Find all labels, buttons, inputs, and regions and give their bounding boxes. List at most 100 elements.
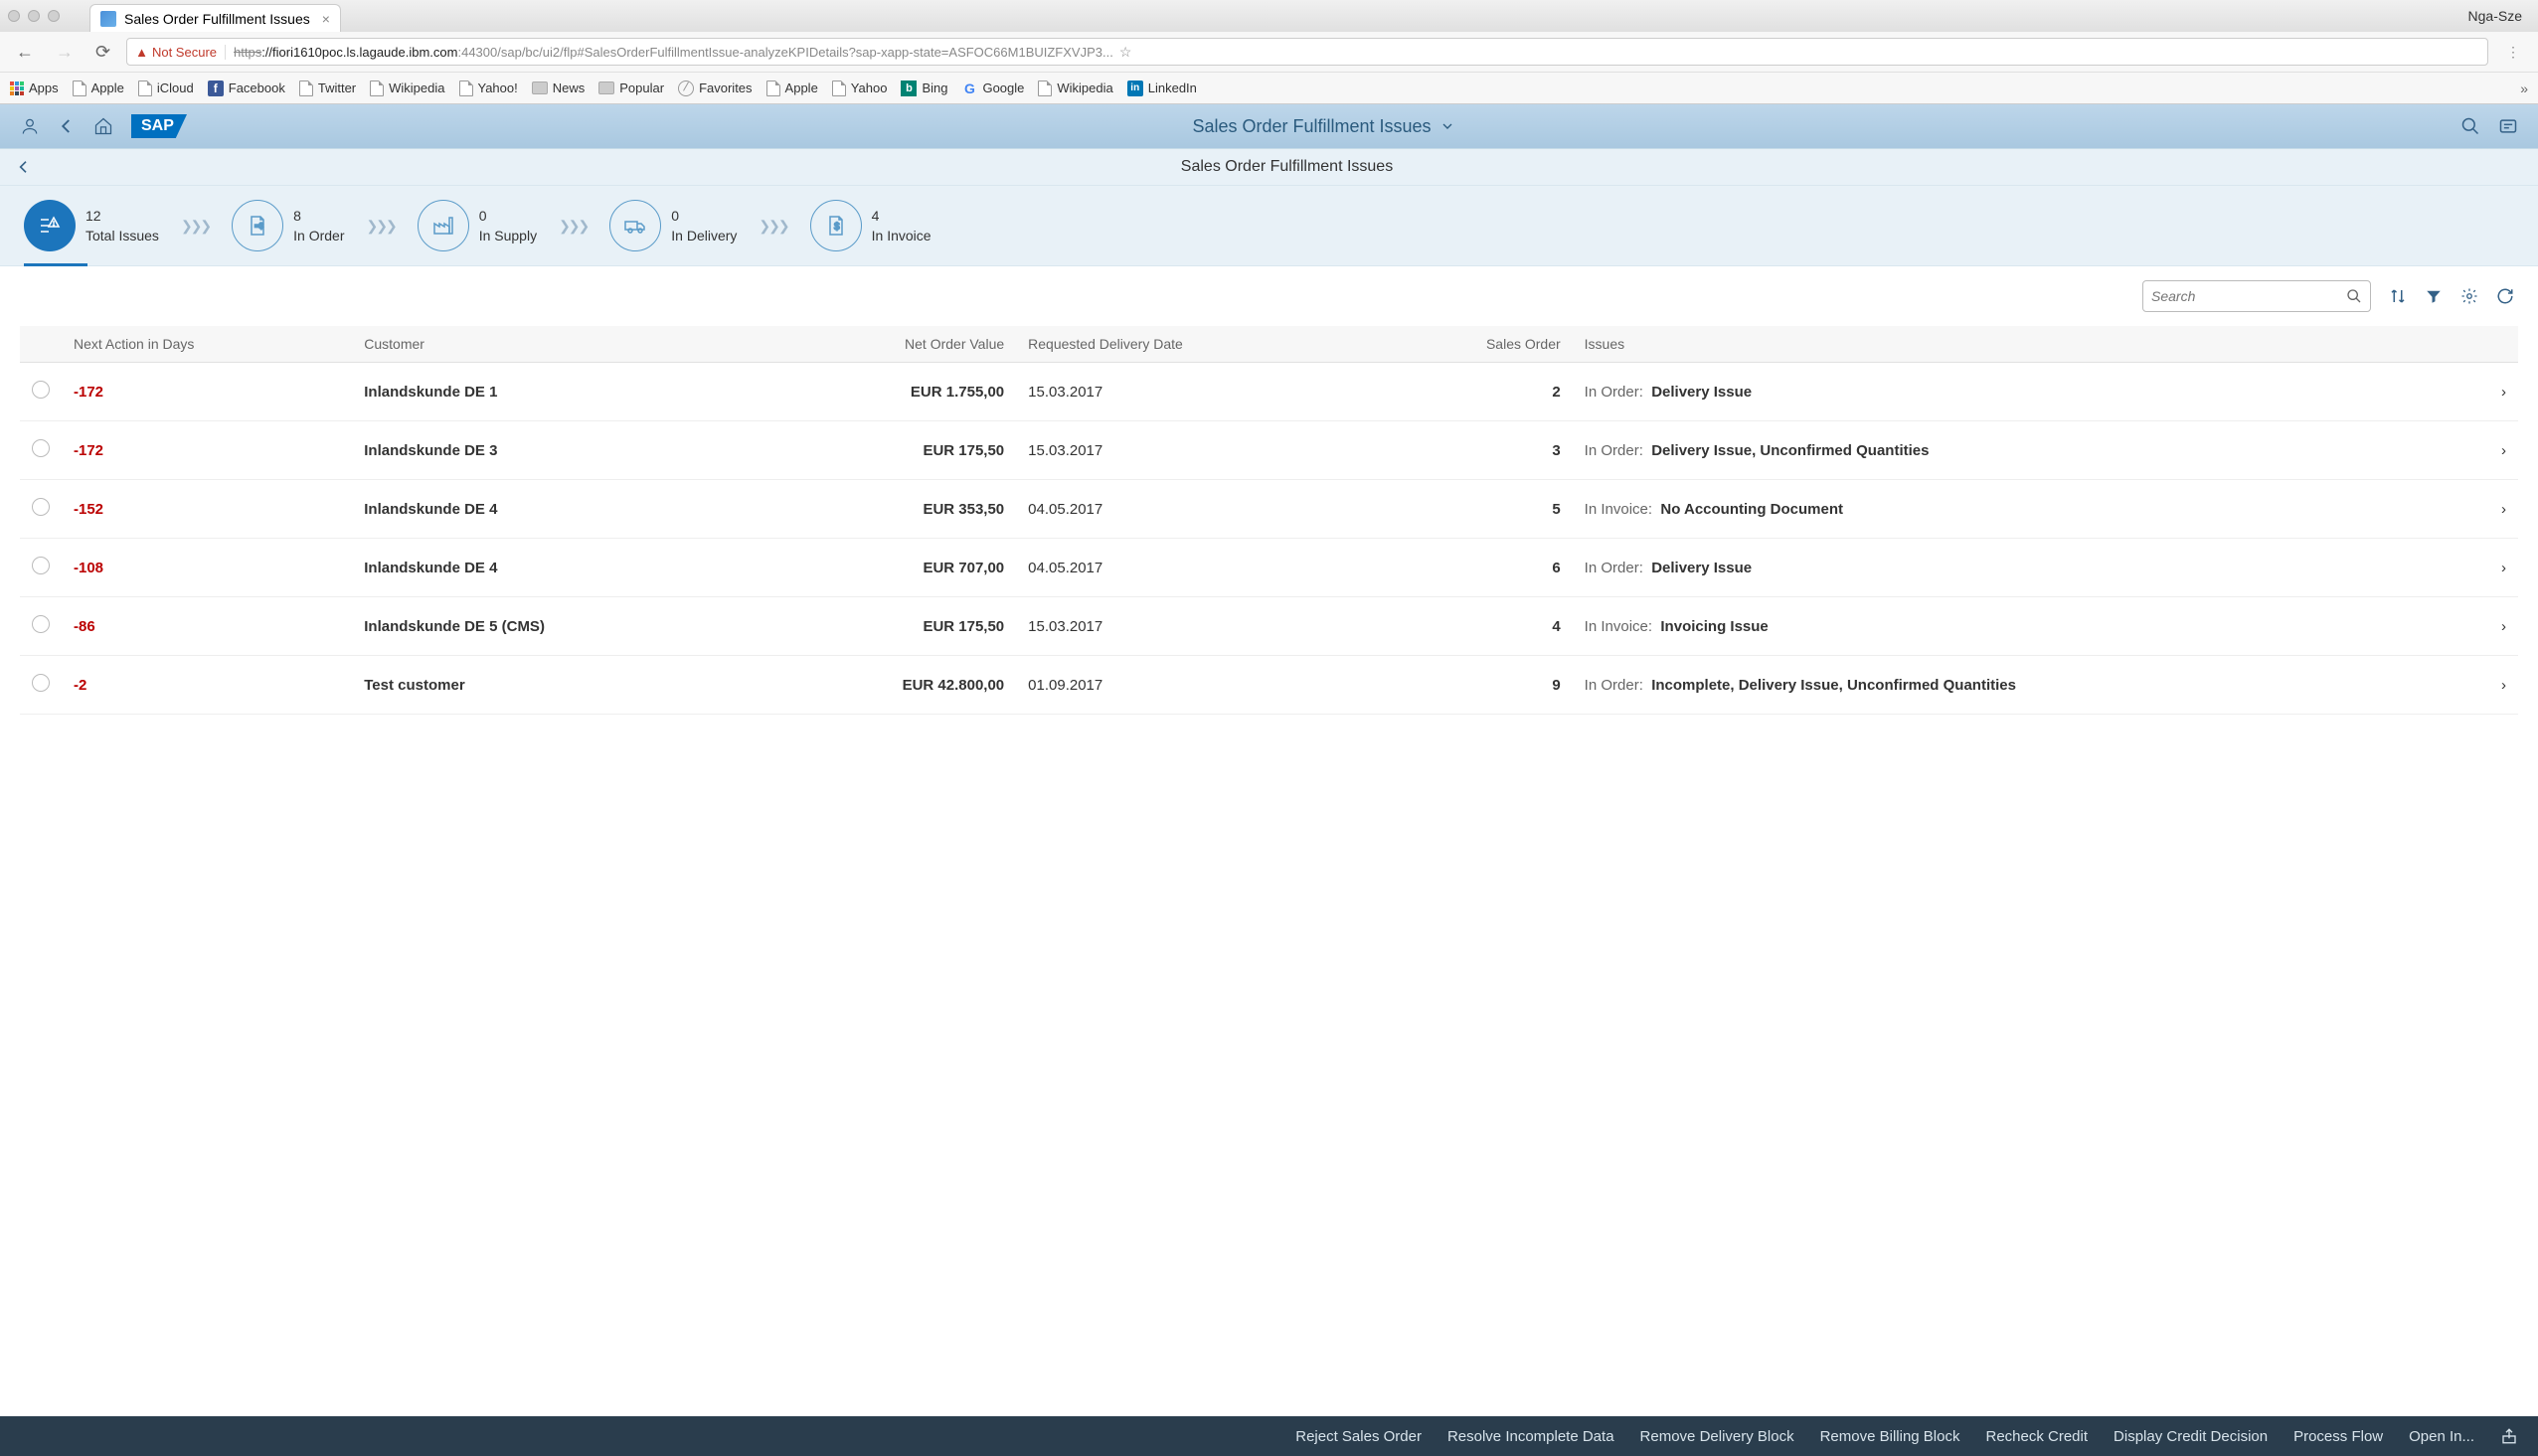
row-radio[interactable] bbox=[32, 498, 50, 516]
kpi-total-issues[interactable]: 12Total Issues bbox=[24, 200, 159, 251]
bookmark-twitter[interactable]: Twitter bbox=[299, 81, 356, 96]
chevron-right-icon[interactable]: › bbox=[2488, 421, 2518, 480]
chevron-right-icon[interactable]: › bbox=[2488, 656, 2518, 715]
order-doc-icon: =$ bbox=[232, 200, 283, 251]
forward-button[interactable]: → bbox=[50, 40, 80, 65]
apps-button[interactable]: Apps bbox=[10, 81, 59, 95]
linkedin-icon: in bbox=[1127, 81, 1143, 96]
sales-order-link[interactable]: 5 bbox=[1375, 480, 1572, 539]
action-open-in[interactable]: Open In... bbox=[2409, 1428, 2474, 1445]
filter-icon[interactable] bbox=[2425, 287, 2443, 305]
issue-stage: In Order: bbox=[1585, 442, 1643, 459]
nav-back-icon[interactable] bbox=[58, 117, 76, 135]
bookmark-yahoo-2[interactable]: Yahoo bbox=[832, 81, 888, 96]
bookmark-facebook[interactable]: fFacebook bbox=[208, 81, 285, 96]
table-row[interactable]: -86 Inlandskunde DE 5 (CMS) EUR 175,50 1… bbox=[20, 597, 2518, 656]
back-button[interactable]: ← bbox=[10, 40, 40, 65]
row-radio[interactable] bbox=[32, 439, 50, 457]
table-row[interactable]: -108 Inlandskunde DE 4 EUR 707,00 04.05.… bbox=[20, 539, 2518, 597]
table-row[interactable]: -152 Inlandskunde DE 4 EUR 353,50 04.05.… bbox=[20, 480, 2518, 539]
table-row[interactable]: -172 Inlandskunde DE 1 EUR 1.755,00 15.0… bbox=[20, 363, 2518, 421]
shell-title[interactable]: Sales Order Fulfillment Issues bbox=[187, 116, 2460, 137]
not-secure-badge[interactable]: ▲ Not Secure bbox=[135, 45, 226, 60]
action-display-credit-decision[interactable]: Display Credit Decision bbox=[2114, 1428, 2268, 1445]
close-window[interactable] bbox=[8, 10, 20, 22]
chevron-right-icon[interactable]: › bbox=[2488, 539, 2518, 597]
bookmark-news[interactable]: News bbox=[532, 81, 586, 95]
col-sales-order[interactable]: Sales Order bbox=[1375, 326, 1572, 363]
bookmark-apple[interactable]: Apple bbox=[73, 81, 124, 96]
net-order-value: EUR 175,50 bbox=[763, 597, 1016, 656]
col-customer[interactable]: Customer bbox=[352, 326, 762, 363]
bookmark-linkedin[interactable]: inLinkedIn bbox=[1127, 81, 1197, 96]
home-icon[interactable] bbox=[93, 116, 113, 136]
copilot-icon[interactable] bbox=[2498, 116, 2518, 136]
bookmark-google[interactable]: GGoogle bbox=[961, 81, 1024, 96]
col-issues[interactable]: Issues bbox=[1573, 326, 2488, 363]
page-icon bbox=[459, 81, 473, 96]
table-row[interactable]: -172 Inlandskunde DE 3 EUR 175,50 15.03.… bbox=[20, 421, 2518, 480]
refresh-icon[interactable] bbox=[2496, 287, 2514, 305]
maximize-window[interactable] bbox=[48, 10, 60, 22]
bookmark-wikipedia-2[interactable]: Wikipedia bbox=[1038, 81, 1112, 96]
close-tab-icon[interactable]: × bbox=[322, 11, 330, 27]
row-radio[interactable] bbox=[32, 674, 50, 692]
search-input[interactable] bbox=[2151, 288, 2346, 304]
sales-order-link[interactable]: 4 bbox=[1375, 597, 1572, 656]
chevron-right-icon[interactable]: › bbox=[2488, 597, 2518, 656]
net-order-value: EUR 1.755,00 bbox=[763, 363, 1016, 421]
action-process-flow[interactable]: Process Flow bbox=[2293, 1428, 2383, 1445]
minimize-window[interactable] bbox=[28, 10, 40, 22]
sales-order-link[interactable]: 9 bbox=[1375, 656, 1572, 715]
table-row[interactable]: -2 Test customer EUR 42.800,00 01.09.201… bbox=[20, 656, 2518, 715]
kpi-in-invoice[interactable]: $ 4In Invoice bbox=[810, 200, 931, 251]
share-icon[interactable] bbox=[2500, 1427, 2518, 1445]
customer-name: Inlandskunde DE 4 bbox=[364, 501, 497, 518]
chevron-right-icon[interactable]: › bbox=[2488, 363, 2518, 421]
bookmark-bing[interactable]: bBing bbox=[901, 81, 947, 96]
table-search[interactable] bbox=[2142, 280, 2371, 312]
bookmark-icloud[interactable]: iCloud bbox=[138, 81, 194, 96]
sales-order-link[interactable]: 2 bbox=[1375, 363, 1572, 421]
col-next-action[interactable]: Next Action in Days bbox=[62, 326, 352, 363]
user-icon[interactable] bbox=[20, 116, 40, 136]
alert-list-icon bbox=[24, 200, 76, 251]
action-remove-billing-block[interactable]: Remove Billing Block bbox=[1820, 1428, 1960, 1445]
action-remove-delivery-block[interactable]: Remove Delivery Block bbox=[1640, 1428, 1794, 1445]
row-radio[interactable] bbox=[32, 557, 50, 574]
col-net-value[interactable]: Net Order Value bbox=[763, 326, 1016, 363]
row-radio[interactable] bbox=[32, 615, 50, 633]
bookmark-star-icon[interactable]: ☆ bbox=[1119, 44, 1132, 61]
browser-tab[interactable]: Sales Order Fulfillment Issues × bbox=[89, 4, 341, 32]
bookmark-favorites[interactable]: Favorites bbox=[678, 81, 752, 96]
fiori-shell: SAP Sales Order Fulfillment Issues Sales… bbox=[0, 104, 2538, 1417]
bookmark-wikipedia[interactable]: Wikipedia bbox=[370, 81, 444, 96]
bookmark-yahoo[interactable]: Yahoo! bbox=[459, 81, 518, 96]
settings-icon[interactable] bbox=[2460, 287, 2478, 305]
browser-profile-name[interactable]: Nga-Sze bbox=[2468, 8, 2522, 24]
bookmark-apple-2[interactable]: Apple bbox=[766, 81, 818, 96]
page-back-icon[interactable] bbox=[16, 159, 32, 175]
page-icon bbox=[1038, 81, 1052, 96]
col-req-date[interactable]: Requested Delivery Date bbox=[1016, 326, 1375, 363]
kpi-in-supply[interactable]: 0In Supply bbox=[418, 200, 537, 251]
reload-button[interactable]: ⟳ bbox=[89, 40, 116, 65]
bookmarks-overflow-icon[interactable]: » bbox=[2520, 81, 2528, 96]
sales-order-link[interactable]: 6 bbox=[1375, 539, 1572, 597]
kpi-in-delivery[interactable]: 0In Delivery bbox=[609, 200, 737, 251]
search-icon[interactable] bbox=[2460, 116, 2480, 136]
truck-icon bbox=[609, 200, 661, 251]
action-recheck-credit[interactable]: Recheck Credit bbox=[1985, 1428, 2088, 1445]
bookmark-popular[interactable]: Popular bbox=[598, 81, 664, 95]
browser-menu-icon[interactable]: ⋮ bbox=[2498, 44, 2528, 61]
url-bar[interactable]: ▲ Not Secure https://fiori1610poc.ls.lag… bbox=[126, 38, 2488, 66]
search-icon[interactable] bbox=[2346, 288, 2362, 304]
svg-text:=$: =$ bbox=[254, 222, 264, 231]
row-radio[interactable] bbox=[32, 381, 50, 399]
action-resolve-incomplete[interactable]: Resolve Incomplete Data bbox=[1447, 1428, 1614, 1445]
sort-icon[interactable] bbox=[2389, 287, 2407, 305]
sales-order-link[interactable]: 3 bbox=[1375, 421, 1572, 480]
action-reject[interactable]: Reject Sales Order bbox=[1295, 1428, 1422, 1445]
kpi-in-order[interactable]: =$ 8In Order bbox=[232, 200, 344, 251]
chevron-right-icon[interactable]: › bbox=[2488, 480, 2518, 539]
